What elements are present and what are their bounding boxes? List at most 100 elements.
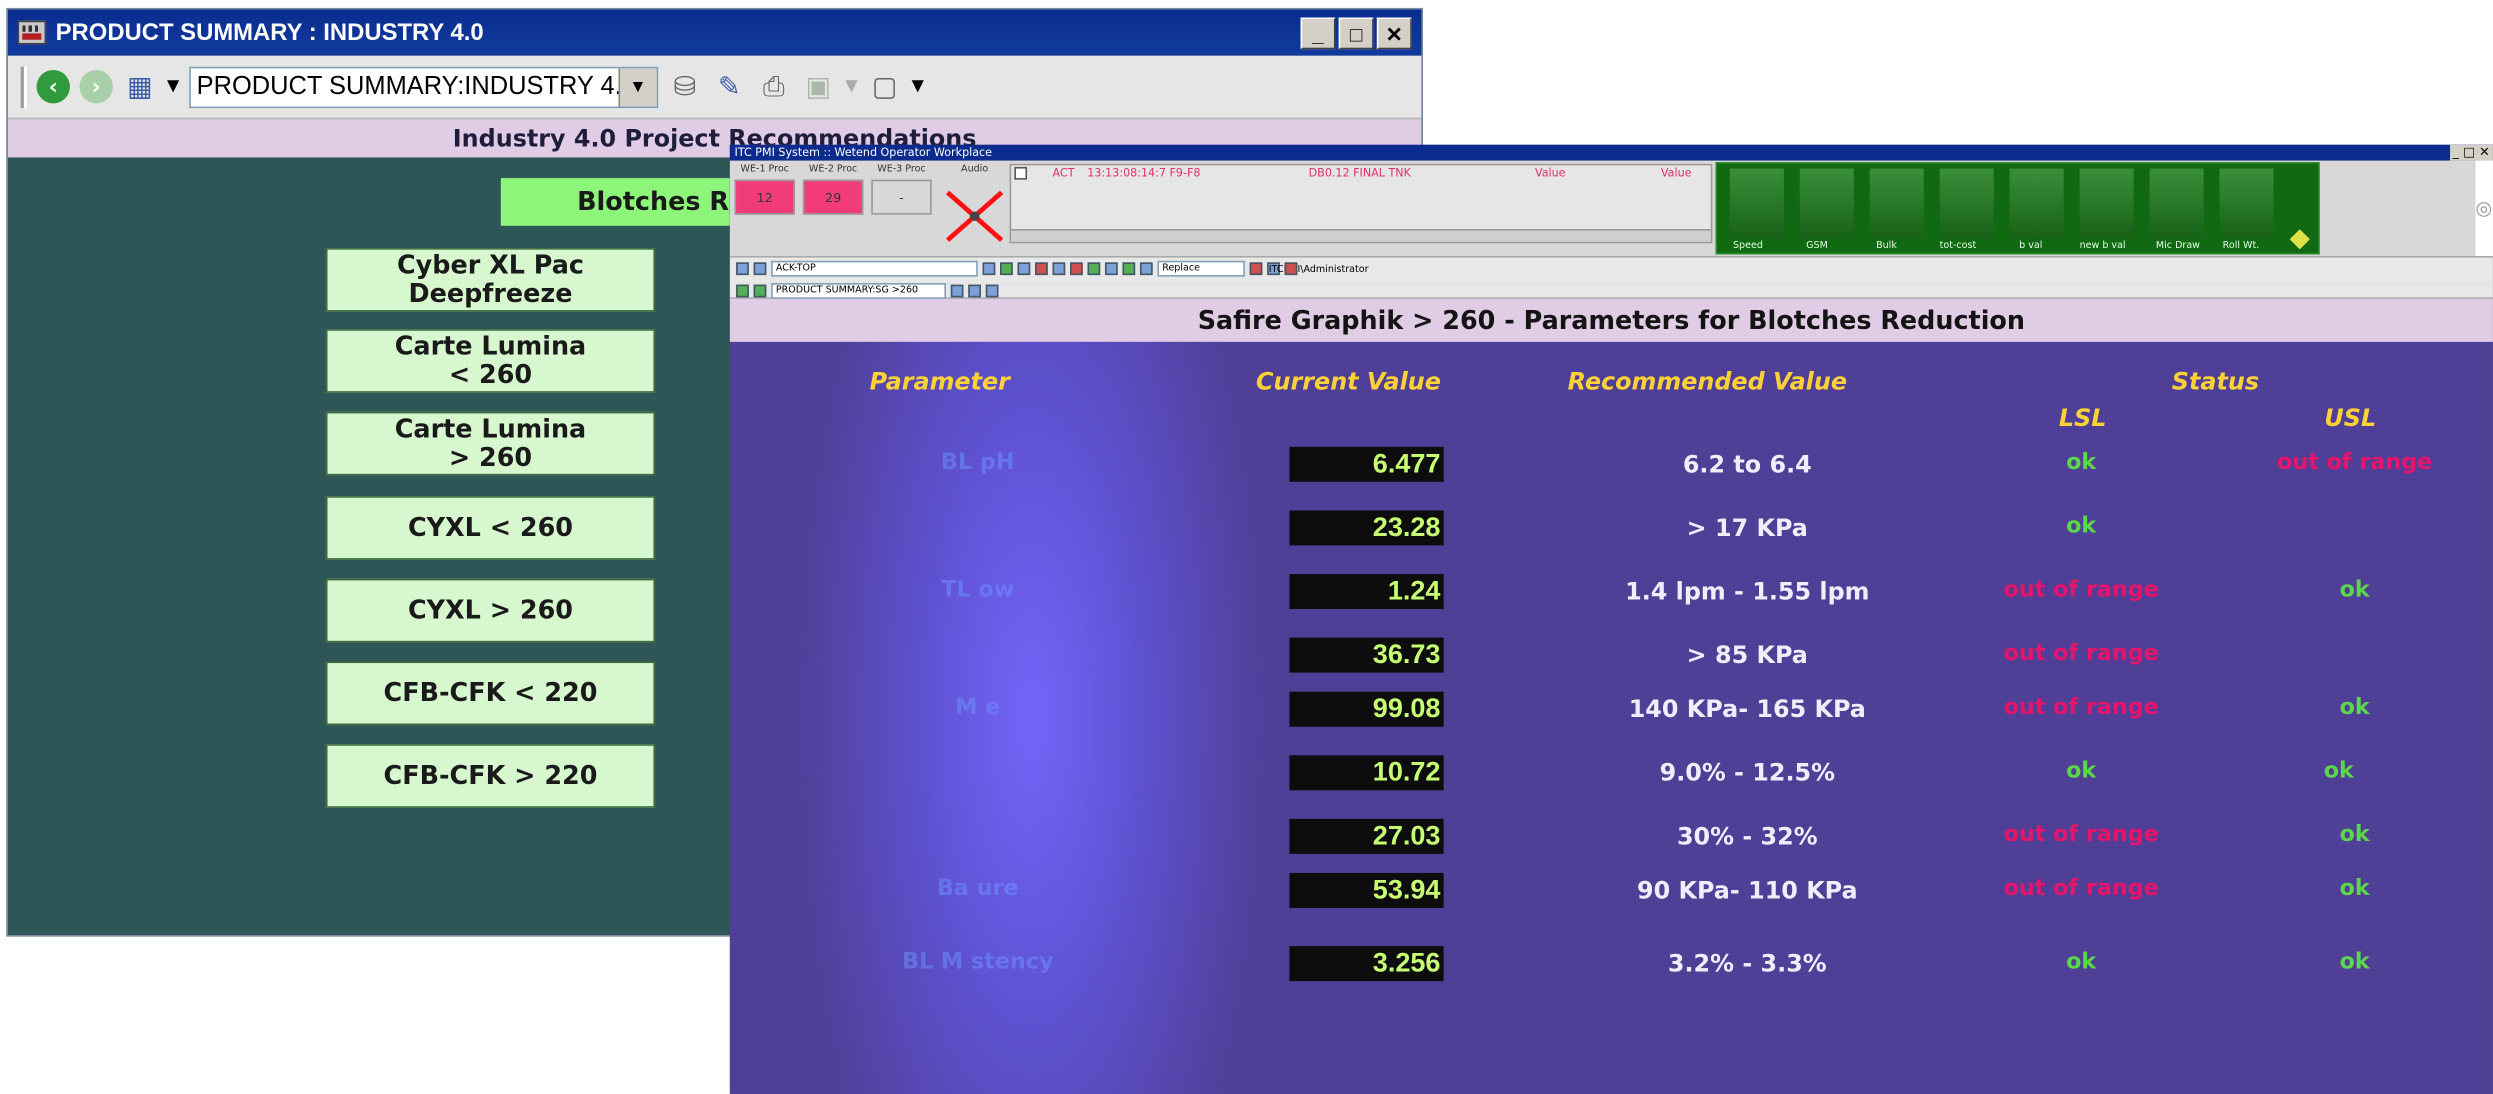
product-button-cfb-cfk-lt220[interactable]: CFB-CFK < 220	[325, 661, 656, 726]
alarm-value-col: Value	[1534, 166, 1566, 180]
lsl-status: out of range	[2003, 694, 2159, 721]
function-icon[interactable]: ▣	[801, 69, 836, 104]
window-titlebar[interactable]: ITC PMI System :: Wetend Operator Workpl…	[729, 144, 2493, 161]
recommended-value: 3.2% - 3.3%	[1667, 949, 1827, 978]
combo-dropdown-button[interactable]: ▼	[617, 67, 657, 106]
status-box-label: WE-1 Proc	[740, 163, 789, 175]
current-value: 27.03	[1289, 818, 1444, 854]
gauge-label: Mic Draw	[2155, 240, 2200, 252]
window-title: PRODUCT SUMMARY : INDUSTRY 4.0	[55, 19, 484, 47]
gauge-label: tot-cost	[1939, 240, 1977, 252]
recommended-value: 6.2 to 6.4	[1682, 449, 1812, 479]
alarm-tag: ACT	[1052, 166, 1075, 180]
toolbar-icon[interactable]	[753, 262, 767, 276]
window-controls[interactable]: _ □ ✕	[2449, 144, 2493, 161]
toolbar-icon[interactable]	[1284, 262, 1298, 276]
lsl-status: ok	[2066, 449, 2097, 476]
factory-app-icon	[17, 20, 47, 45]
status-box-value: 29	[802, 179, 864, 215]
window-titlebar[interactable]: PRODUCT SUMMARY : INDUSTRY 4.0 _ □ ✕	[7, 9, 1422, 56]
toolbar-icon[interactable]	[1017, 262, 1031, 276]
toolbar-icon[interactable]	[1052, 262, 1066, 276]
chevron-down-icon[interactable]: ▼	[912, 78, 924, 95]
forward-arrow-icon[interactable]	[753, 284, 767, 298]
toolbar-icon[interactable]	[1070, 262, 1083, 276]
toolbar-icon[interactable]	[1104, 262, 1118, 276]
screenshot-stage: PRODUCT SUMMARY : INDUSTRY 4.0 _ □ ✕ ‹ ›…	[0, 0, 2493, 1094]
maximize-button[interactable]: □	[1338, 17, 1374, 50]
product-button-cyber-xl-pac[interactable]: Cyber XL Pac Deepfreeze	[325, 248, 656, 312]
col-header-lsl: LSL	[2058, 403, 2107, 433]
toolbar-icon[interactable]	[982, 262, 996, 276]
alarm-scrollbar[interactable]	[1011, 228, 1711, 242]
printer-icon[interactable]: ⎙	[756, 69, 791, 104]
lsl-status: ok	[2066, 513, 2097, 540]
col-header-usl: USL	[2324, 403, 2377, 433]
alarm-value-col: Value	[1660, 166, 1692, 180]
status-box[interactable]: WE-3 Proc -	[871, 164, 932, 215]
gauge-cell	[2009, 168, 2064, 239]
forward-arrow-icon[interactable]: ›	[79, 69, 113, 104]
toolbar-icon[interactable]	[968, 284, 981, 298]
display-map-icon[interactable]: ▦	[122, 69, 157, 104]
toolbar-icon[interactable]	[736, 262, 749, 276]
back-arrow-icon[interactable]	[736, 284, 749, 298]
back-arrow-icon[interactable]: ‹	[36, 69, 70, 104]
alarm-list[interactable]: ACT 13:13:08:14:7 F9-F8 DB0.12 FINAL TNK…	[1009, 163, 1713, 244]
display-toolbar: PRODUCT SUMMARY:SG >260	[729, 283, 2493, 299]
alarm-row[interactable]: ACT 13:13:08:14:7 F9-F8 DB0.12 FINAL TNK…	[1014, 165, 1692, 181]
product-button-cyxl-gt260[interactable]: CYXL > 260	[325, 578, 656, 643]
product-button-carte-lumina-lt260[interactable]: Carte Lumina < 260	[325, 329, 656, 393]
close-button[interactable]: ✕	[1376, 17, 1412, 50]
chevron-down-icon[interactable]: ▼	[845, 78, 857, 95]
stamp-icon[interactable]: ⛁	[667, 69, 702, 104]
gauge-label: new b val	[2079, 240, 2126, 252]
scaled-canvas: PRODUCT SUMMARY : INDUSTRY 4.0 _ □ ✕ ‹ ›…	[0, 0, 2493, 1094]
toolbar-icon[interactable]	[1035, 262, 1048, 276]
param-name: TL ow	[941, 577, 1015, 603]
recommended-value: 1.4 lpm - 1.55 lpm	[1625, 577, 1870, 606]
usl-status: ok	[2323, 758, 2354, 784]
gauge-label: GSM	[1806, 240, 1828, 252]
wetend-operator-window: ITC PMI System :: Wetend Operator Workpl…	[729, 144, 2493, 1094]
window-title: ITC PMI System :: Wetend Operator Workpl…	[734, 146, 993, 160]
toolbar-icon[interactable]	[1122, 262, 1136, 276]
audio-status-box[interactable]: Audio	[944, 164, 1004, 175]
current-value: 99.08	[1289, 691, 1444, 727]
status-box-label: WE-2 Proc	[808, 163, 858, 175]
product-button-cfb-cfk-gt220[interactable]: CFB-CFK > 220	[325, 744, 656, 808]
operator-toolbar: ACK-TOP Replace ITCPMI\Administrator	[729, 256, 2493, 284]
usl-status: ok	[2339, 822, 2370, 848]
gauge-label: Speed	[1732, 240, 1763, 252]
audio-muted-icon[interactable]	[944, 189, 1004, 243]
recommended-value: 9.0% - 12.5%	[1659, 758, 1835, 788]
toolbar-icon[interactable]	[1000, 262, 1013, 276]
toolbar-grip[interactable]	[20, 65, 28, 108]
status-box[interactable]: WE-1 Proc 12	[734, 163, 795, 215]
usl-status: out of range	[2277, 449, 2433, 476]
gauge-cell	[1729, 168, 1784, 239]
toolbar-icon[interactable]	[985, 284, 999, 298]
lsl-status: ok	[2066, 949, 2097, 975]
minimize-button[interactable]: _	[1300, 17, 1336, 50]
mode-combo[interactable]: Replace	[1157, 260, 1245, 277]
ack-combo[interactable]: ACK-TOP	[771, 260, 978, 277]
display-combo-box[interactable]: PRODUCT SUMMARY:INDUSTRY 4.0 ▼	[188, 65, 658, 108]
alarm-checkbox[interactable]	[1014, 166, 1028, 180]
chevron-down-icon[interactable]: ▼	[167, 78, 179, 95]
recommended-value: > 17 KPa	[1686, 513, 1808, 543]
toolbar-icon[interactable]	[1249, 262, 1263, 276]
pin-icon[interactable]: ✎	[712, 69, 747, 104]
product-button-carte-lumina-gt260[interactable]: Carte Lumina > 260	[325, 411, 656, 476]
window-icon[interactable]: ▢	[867, 69, 902, 104]
display-toolbar: ‹ › ▦ ▼ PRODUCT SUMMARY:INDUSTRY 4.0 ▼ ⛁…	[7, 55, 1422, 120]
gauge-cell	[2079, 168, 2134, 239]
toolbar-icon[interactable]	[1087, 262, 1101, 276]
display-combo-box[interactable]: PRODUCT SUMMARY:SG >260	[771, 283, 946, 299]
status-box[interactable]: WE-2 Proc 29	[802, 163, 864, 215]
toolbar-icon[interactable]	[950, 284, 964, 298]
product-button-cyxl-lt260[interactable]: CYXL < 260	[325, 496, 656, 560]
lsl-status: out of range	[2003, 640, 2159, 667]
lsl-status: out of range	[2003, 822, 2159, 848]
toolbar-icon[interactable]	[1139, 262, 1153, 276]
